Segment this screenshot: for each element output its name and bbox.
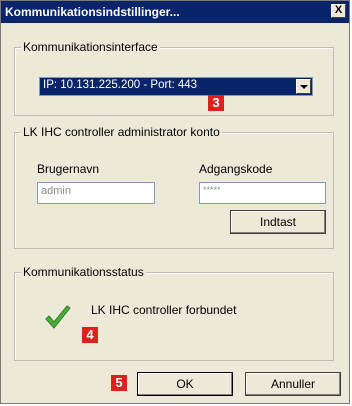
status-group: Kommunikationsstatus LK IHC controller f…	[14, 265, 334, 361]
interface-select[interactable]: IP: 10.131.225.200 - Port: 443	[39, 77, 313, 96]
interface-group-legend: Kommunikationsinterface	[21, 40, 160, 54]
ok-button[interactable]: OK	[137, 372, 233, 396]
password-input[interactable]: *****	[199, 182, 326, 204]
username-label: Brugernavn	[37, 162, 100, 176]
title-bar: Kommunikationsindstillinger... X	[1, 1, 349, 23]
cancel-button[interactable]: Annuller	[245, 372, 341, 396]
username-input[interactable]: admin	[37, 182, 155, 204]
submit-credentials-button[interactable]: Indtast	[230, 210, 326, 234]
status-group-legend: Kommunikationsstatus	[21, 265, 146, 279]
interface-select-value: IP: 10.131.225.200 - Port: 443	[43, 79, 198, 91]
account-group: LK IHC controller administrator konto Br…	[14, 125, 334, 249]
checkmark-icon	[45, 305, 71, 329]
step-badge-3: 3	[208, 95, 224, 111]
interface-group: Kommunikationsinterface IP: 10.131.225.2…	[14, 40, 334, 116]
close-button[interactable]: X	[331, 4, 346, 18]
window-title: Kommunikationsindstillinger...	[5, 5, 180, 19]
chevron-down-icon[interactable]	[296, 79, 311, 94]
password-label: Adgangskode	[199, 162, 273, 176]
account-group-legend: LK IHC controller administrator konto	[21, 125, 222, 139]
cancel-button-label: Annuller	[270, 377, 316, 391]
ok-button-label: OK	[176, 377, 194, 391]
status-message: LK IHC controller forbundet	[91, 303, 237, 317]
submit-credentials-label: Indtast	[259, 215, 297, 229]
communication-settings-dialog: Kommunikationsindstillinger... X Kommuni…	[0, 0, 350, 404]
step-badge-4: 4	[82, 327, 98, 343]
step-badge-5: 5	[111, 375, 127, 391]
